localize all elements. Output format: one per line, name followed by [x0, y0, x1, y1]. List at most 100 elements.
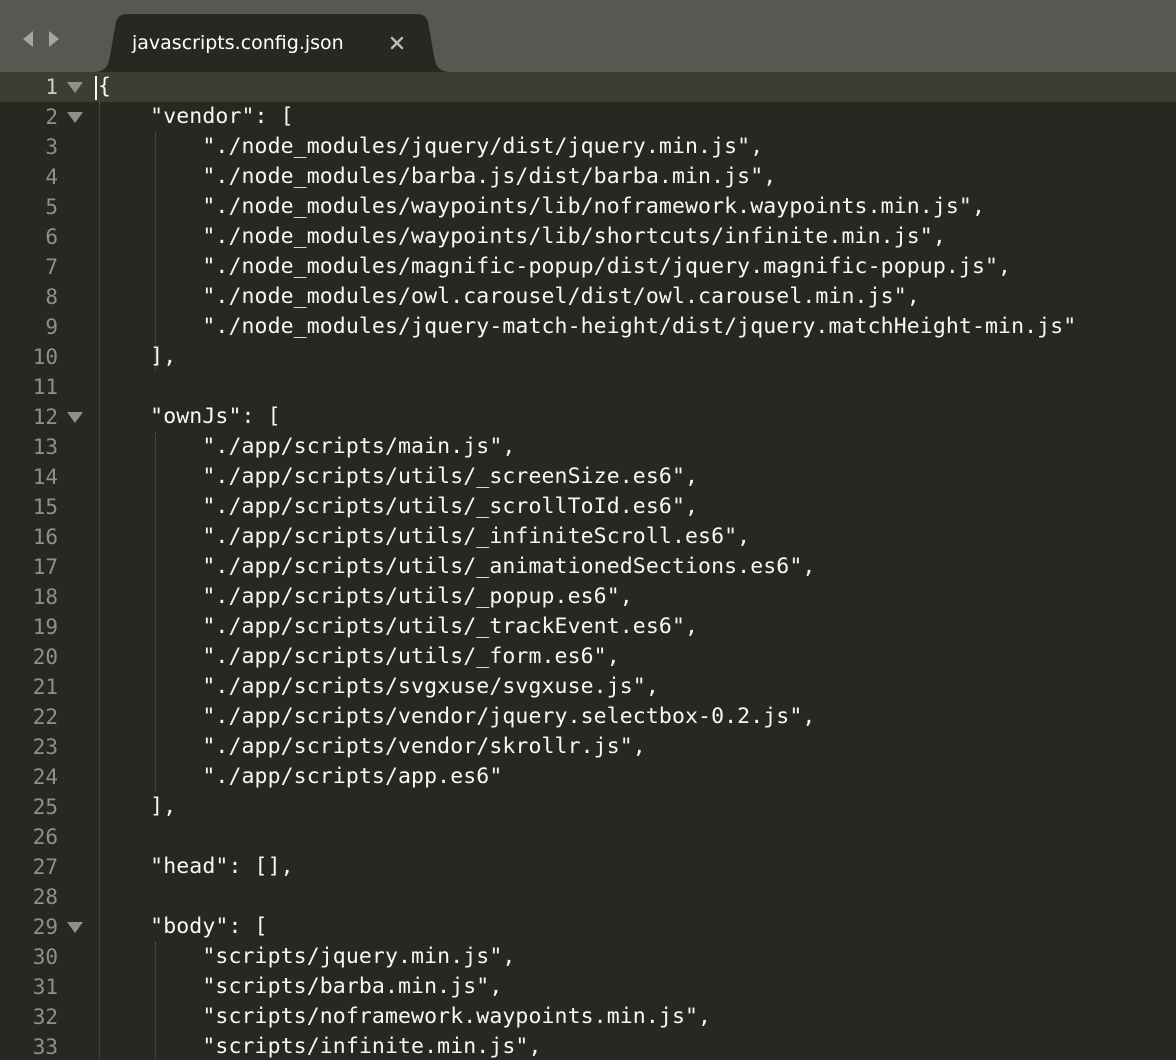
code-text[interactable]: "scripts/jquery.min.js",	[98, 942, 515, 972]
code-line[interactable]: 7 "./node_modules/magnific-popup/dist/jq…	[0, 252, 1176, 282]
line-number: 30	[32, 945, 58, 969]
code-text[interactable]: "./app/scripts/utils/_infiniteScroll.es6…	[98, 522, 750, 552]
code-line[interactable]: 25 ],	[0, 792, 1176, 822]
code-text[interactable]: "./app/scripts/utils/_trackEvent.es6",	[98, 612, 698, 642]
line-number: 27	[32, 855, 58, 879]
code-text[interactable]: "./node_modules/jquery/dist/jquery.min.j…	[98, 132, 763, 162]
code-editor[interactable]: 1{2 "vendor": [3 "./node_modules/jquery/…	[0, 72, 1176, 1060]
tab-navigation	[20, 26, 62, 52]
code-text[interactable]: "./node_modules/waypoints/lib/shortcuts/…	[98, 222, 946, 252]
code-line[interactable]: 19 "./app/scripts/utils/_trackEvent.es6"…	[0, 612, 1176, 642]
code-line[interactable]: 5 "./node_modules/waypoints/lib/noframew…	[0, 192, 1176, 222]
line-number: 29	[32, 915, 58, 939]
code-line[interactable]: 31 "scripts/barba.min.js",	[0, 972, 1176, 1002]
code-text[interactable]: "scripts/noframework.waypoints.min.js",	[98, 1002, 711, 1032]
code-line[interactable]: 3 "./node_modules/jquery/dist/jquery.min…	[0, 132, 1176, 162]
code-text[interactable]: "./node_modules/barba.js/dist/barba.min.…	[98, 162, 776, 192]
code-line[interactable]: 21 "./app/scripts/svgxuse/svgxuse.js",	[0, 672, 1176, 702]
tab-title[interactable]: javascripts.config.json	[132, 28, 344, 58]
code-text[interactable]: "./app/scripts/utils/_form.es6",	[98, 642, 620, 672]
line-number: 31	[32, 975, 58, 999]
code-line[interactable]: 16 "./app/scripts/utils/_infiniteScroll.…	[0, 522, 1176, 552]
line-number: 33	[32, 1035, 58, 1059]
code-text[interactable]: "./node_modules/magnific-popup/dist/jque…	[98, 252, 1011, 282]
line-number: 23	[32, 735, 58, 759]
line-number: 8	[45, 285, 58, 309]
code-line[interactable]: 6 "./node_modules/waypoints/lib/shortcut…	[0, 222, 1176, 252]
line-number: 12	[32, 405, 58, 429]
line-number: 18	[32, 585, 58, 609]
code-text[interactable]: "./app/scripts/app.es6"	[98, 762, 502, 792]
code-text[interactable]: "./app/scripts/utils/_scrollToId.es6",	[98, 492, 698, 522]
code-text[interactable]: "./app/scripts/vendor/jquery.selectbox-0…	[98, 702, 815, 732]
code-text[interactable]: {	[98, 72, 111, 102]
code-line[interactable]: 12 "ownJs": [	[0, 402, 1176, 432]
code-text[interactable]: "./app/scripts/utils/_screenSize.es6",	[98, 462, 698, 492]
forward-arrow-icon[interactable]	[46, 29, 62, 49]
code-line[interactable]: 11	[0, 372, 1176, 402]
code-text[interactable]: "./app/scripts/svgxuse/svgxuse.js",	[98, 672, 659, 702]
code-line[interactable]: 27 "head": [],	[0, 852, 1176, 882]
line-number: 21	[32, 675, 58, 699]
back-arrow-icon[interactable]	[20, 29, 36, 49]
line-number: 28	[32, 885, 58, 909]
tab-bar: javascripts.config.json	[0, 0, 1176, 72]
code-text[interactable]: "ownJs": [	[98, 402, 281, 432]
line-number: 5	[45, 195, 58, 219]
code-text[interactable]: "./node_modules/waypoints/lib/noframewor…	[98, 192, 985, 222]
fold-triangle-icon[interactable]	[64, 410, 88, 426]
line-number: 10	[32, 345, 58, 369]
line-number: 7	[45, 255, 58, 279]
code-line[interactable]: 13 "./app/scripts/main.js",	[0, 432, 1176, 462]
line-number: 6	[45, 225, 58, 249]
code-text[interactable]: "./app/scripts/vendor/skrollr.js",	[98, 732, 646, 762]
code-text[interactable]: "scripts/infinite.min.js",	[98, 1032, 542, 1060]
code-line[interactable]: 17 "./app/scripts/utils/_animationedSect…	[0, 552, 1176, 582]
code-line[interactable]: 28	[0, 882, 1176, 912]
code-line[interactable]: 32 "scripts/noframework.waypoints.min.js…	[0, 1002, 1176, 1032]
code-line[interactable]: 14 "./app/scripts/utils/_screenSize.es6"…	[0, 462, 1176, 492]
fold-triangle-icon[interactable]	[64, 110, 88, 126]
line-number: 19	[32, 615, 58, 639]
code-line[interactable]: 4 "./node_modules/barba.js/dist/barba.mi…	[0, 162, 1176, 192]
code-text[interactable]: "./app/scripts/utils/_animationedSection…	[98, 552, 815, 582]
code-text[interactable]: ],	[98, 792, 176, 822]
code-line[interactable]: 33 "scripts/infinite.min.js",	[0, 1032, 1176, 1060]
code-line[interactable]: 26	[0, 822, 1176, 852]
code-line[interactable]: 30 "scripts/jquery.min.js",	[0, 942, 1176, 972]
line-number: 16	[32, 525, 58, 549]
line-number: 4	[45, 165, 58, 189]
line-number: 26	[32, 825, 58, 849]
code-text[interactable]: "./app/scripts/utils/_popup.es6",	[98, 582, 633, 612]
code-line[interactable]: 10 ],	[0, 342, 1176, 372]
line-number: 3	[45, 135, 58, 159]
line-number: 11	[32, 375, 58, 399]
fold-triangle-icon[interactable]	[64, 80, 88, 96]
code-line[interactable]: 20 "./app/scripts/utils/_form.es6",	[0, 642, 1176, 672]
code-text[interactable]: "vendor": [	[98, 102, 294, 132]
code-line[interactable]: 15 "./app/scripts/utils/_scrollToId.es6"…	[0, 492, 1176, 522]
code-text[interactable]: "body": [	[98, 912, 268, 942]
code-line[interactable]: 2 "vendor": [	[0, 102, 1176, 132]
code-text[interactable]: "./app/scripts/main.js",	[98, 432, 515, 462]
line-number: 25	[32, 795, 58, 819]
code-line[interactable]: 22 "./app/scripts/vendor/jquery.selectbo…	[0, 702, 1176, 732]
close-icon[interactable]	[384, 30, 410, 56]
code-line[interactable]: 18 "./app/scripts/utils/_popup.es6",	[0, 582, 1176, 612]
line-number: 2	[45, 105, 58, 129]
code-line[interactable]: 29 "body": [	[0, 912, 1176, 942]
line-number: 15	[32, 495, 58, 519]
code-text[interactable]: "./node_modules/jquery-match-height/dist…	[98, 312, 1076, 342]
code-text[interactable]: "head": [],	[98, 852, 294, 882]
fold-triangle-icon[interactable]	[64, 920, 88, 936]
code-text[interactable]: ],	[98, 342, 176, 372]
code-line[interactable]: 1{	[0, 72, 1176, 102]
code-line[interactable]: 8 "./node_modules/owl.carousel/dist/owl.…	[0, 282, 1176, 312]
code-text[interactable]: "./node_modules/owl.carousel/dist/owl.ca…	[98, 282, 920, 312]
code-line[interactable]: 9 "./node_modules/jquery-match-height/di…	[0, 312, 1176, 342]
code-line[interactable]: 24 "./app/scripts/app.es6"	[0, 762, 1176, 792]
code-line[interactable]: 23 "./app/scripts/vendor/skrollr.js",	[0, 732, 1176, 762]
line-number: 1	[45, 75, 58, 99]
line-number: 20	[32, 645, 58, 669]
code-text[interactable]: "scripts/barba.min.js",	[98, 972, 502, 1002]
